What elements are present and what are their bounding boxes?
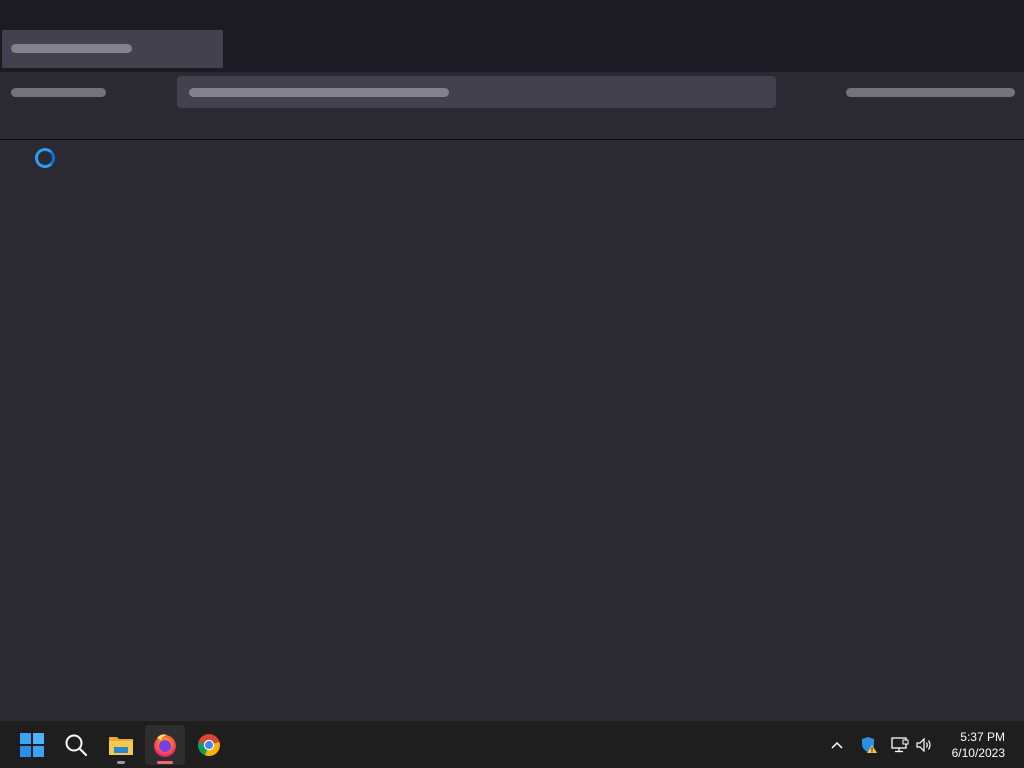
tab-loading-placeholder[interactable] <box>2 30 223 68</box>
chevron-up-icon <box>831 741 843 749</box>
windows-security-warning-icon <box>862 737 877 753</box>
url-text-placeholder <box>189 88 449 97</box>
clock-date: 6/10/2023 <box>951 746 1005 760</box>
network-icon <box>891 737 909 753</box>
firefox-icon <box>154 734 176 757</box>
toolbar-icons-placeholder <box>846 88 1015 97</box>
show-hidden-icons-button[interactable] <box>826 721 848 768</box>
windows-start-icon <box>20 733 44 757</box>
page-content-area <box>0 141 1024 720</box>
chrome-button[interactable] <box>189 725 229 765</box>
file-explorer-icon <box>109 737 133 755</box>
taskbar: 5:37 PM 6/10/2023 <box>0 720 1024 768</box>
start-button[interactable] <box>12 725 52 765</box>
chrome-icon <box>198 734 220 757</box>
volume-icon <box>916 737 931 753</box>
browser-nav-bar <box>0 72 1024 140</box>
active-indicator <box>157 761 173 764</box>
desktop-screen: 5:37 PM 6/10/2023 <box>0 0 1024 768</box>
nav-buttons-placeholder <box>11 88 106 97</box>
url-bar-placeholder[interactable] <box>177 76 776 108</box>
firefox-button[interactable] <box>145 725 185 765</box>
running-indicator <box>117 761 125 764</box>
loading-spinner-icon <box>35 148 55 168</box>
search-icon <box>65 734 88 757</box>
tab-title-placeholder <box>11 44 132 53</box>
windows-security-button[interactable] <box>858 721 880 768</box>
volume-button[interactable] <box>913 721 935 768</box>
file-explorer-button[interactable] <box>101 725 141 765</box>
browser-tab-strip <box>0 0 1024 72</box>
taskbar-clock[interactable]: 5:37 PM 6/10/2023 <box>952 729 1005 761</box>
clock-time: 5:37 PM <box>960 730 1005 744</box>
network-button[interactable] <box>889 721 911 768</box>
search-button[interactable] <box>56 725 96 765</box>
